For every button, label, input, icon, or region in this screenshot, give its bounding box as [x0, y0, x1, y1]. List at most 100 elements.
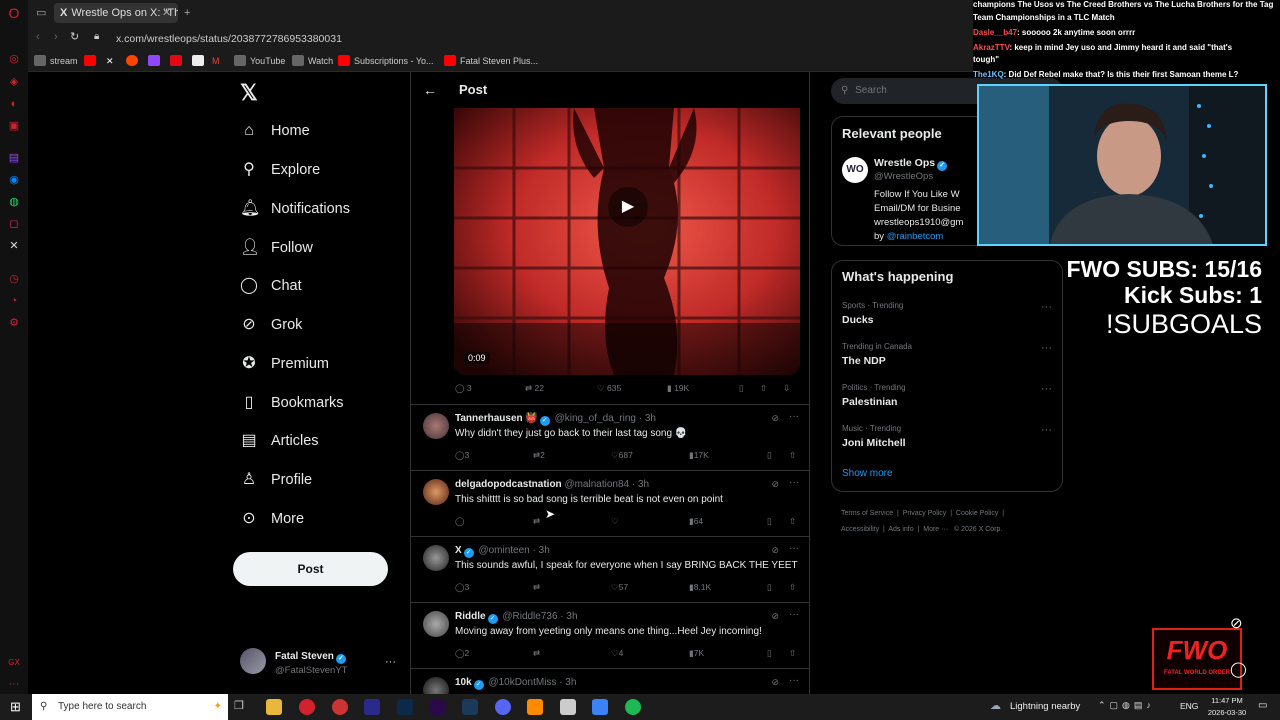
file-explorer-icon[interactable]: [266, 699, 282, 715]
views-action[interactable]: ▮ 19K: [667, 383, 689, 394]
forward-icon[interactable]: ›: [54, 31, 58, 43]
system-tray-icons[interactable]: ⌃▢◍▤♪: [1098, 700, 1155, 711]
url-field[interactable]: x.com/wrestleops/status/2038772786953380…: [116, 30, 516, 48]
opera-workspace-icon[interactable]: ◈: [7, 75, 21, 89]
back-icon[interactable]: ‹: [36, 31, 40, 43]
x-sidebar-icon[interactable]: ✕: [7, 239, 21, 253]
share-icon[interactable]: ⇧: [760, 383, 767, 394]
reload-icon[interactable]: ↻: [70, 30, 79, 43]
grok-icon[interactable]: ⊘: [771, 479, 779, 490]
trend-item[interactable]: Music · Trending Joni Mitchell: [842, 424, 906, 449]
footer-link[interactable]: Accessibility: [841, 526, 879, 533]
trend-item[interactable]: Sports · Trending Ducks: [842, 301, 903, 326]
nav-chat[interactable]: ◯ Chat: [240, 271, 302, 301]
like-action[interactable]: ♡ 635: [597, 383, 621, 394]
bookmark-youtube-icon[interactable]: [84, 53, 100, 69]
tab-active[interactable]: XWrestle Ops on X: "The Us: [54, 3, 178, 23]
nav-follow[interactable]: 👤︎ Follow: [240, 233, 313, 263]
grok-icon[interactable]: ⊘: [771, 413, 779, 424]
trend-more-icon[interactable]: ···: [1041, 383, 1052, 395]
opera-aria-icon[interactable]: ◎: [7, 52, 21, 66]
bookmark-icon[interactable]: ▯: [767, 582, 772, 593]
history-icon[interactable]: ◷: [7, 272, 21, 286]
more-options-icon[interactable]: ···: [789, 411, 799, 422]
video-player[interactable]: ▶ 0:09: [454, 108, 800, 375]
media-encoder-icon[interactable]: [364, 699, 380, 715]
footer-link[interactable]: Terms of Service: [841, 510, 893, 517]
reply-name[interactable]: 10k: [455, 677, 472, 688]
share-icon[interactable]: ⇧: [789, 648, 796, 659]
share-icon[interactable]: ⇧: [789, 582, 796, 593]
messages-float-icon[interactable]: ◯: [1230, 660, 1247, 678]
repost-action[interactable]: ⇄: [533, 582, 540, 593]
task-view-icon[interactable]: ❐: [234, 699, 244, 712]
bookmark-icon[interactable]: ▯: [739, 383, 744, 394]
downloads-icon[interactable]: ◔: [7, 294, 21, 308]
account-name[interactable]: Fatal Steven ✓: [275, 651, 348, 664]
bookmark-icon[interactable]: ▯: [767, 516, 772, 527]
like-action[interactable]: ♡: [611, 516, 619, 527]
more-options-icon[interactable]: ···: [789, 543, 799, 554]
obs-icon[interactable]: [332, 699, 348, 715]
app-icon[interactable]: [527, 699, 543, 715]
share-icon[interactable]: ⇧: [789, 450, 796, 461]
twitch-icon[interactable]: ▤: [7, 151, 21, 165]
grok-icon[interactable]: ⊘: [771, 677, 779, 688]
footer-link[interactable]: Privacy Policy: [903, 510, 947, 517]
reply-name[interactable]: Riddle: [455, 611, 486, 622]
more-options-icon[interactable]: ···: [789, 477, 799, 488]
nav-premium[interactable]: ✪ Premium: [240, 349, 329, 379]
reply-name[interactable]: Tannerhausen 👹: [455, 413, 538, 424]
vpn-icon[interactable]: GX: [7, 656, 21, 670]
nav-explore[interactable]: ⚲ Explore: [240, 155, 320, 185]
show-more-link[interactable]: Show more: [842, 468, 893, 479]
nav-more[interactable]: ⊙ More: [240, 504, 304, 534]
whatsapp-icon[interactable]: ◍: [7, 195, 21, 209]
bookmark-icon[interactable]: ▯: [767, 450, 772, 461]
bookmark-stream[interactable]: stream: [34, 53, 78, 69]
more-icon[interactable]: ···: [7, 677, 21, 691]
search-input[interactable]: Search: [855, 85, 887, 96]
trend-more-icon[interactable]: ···: [1041, 424, 1052, 436]
bookmark-x-icon[interactable]: ✕: [106, 53, 114, 69]
trend-more-icon[interactable]: ···: [1041, 301, 1052, 313]
settings-icon[interactable]: ⚙: [7, 316, 21, 330]
bookmark-netflix-icon[interactable]: [170, 53, 186, 69]
reply-name[interactable]: delgadopodcastnation: [455, 479, 562, 490]
weather-text[interactable]: Lightning nearby: [1010, 701, 1080, 712]
grok-icon[interactable]: ⊘: [771, 545, 779, 556]
trend-item[interactable]: Trending in Canada The NDP: [842, 342, 912, 367]
bookmark-fatal-steven[interactable]: Fatal Steven Plus...: [444, 53, 538, 69]
new-tab-icon[interactable]: +: [184, 3, 198, 23]
nav-bookmarks[interactable]: ▯ Bookmarks: [240, 388, 344, 418]
trend-more-icon[interactable]: ···: [1041, 342, 1052, 354]
close-tab-icon[interactable]: ✕: [162, 3, 174, 23]
bookmark-watch[interactable]: Watch: [292, 53, 333, 69]
reply-tweet[interactable]: delgadopodcastnation @malnation84 · 3h ⊘…: [411, 471, 809, 537]
bookmark-twitch-icon[interactable]: [148, 53, 164, 69]
steam-icon[interactable]: [462, 699, 478, 715]
footer-link[interactable]: More ···: [923, 526, 948, 533]
repost-action[interactable]: ⇄ 22: [525, 383, 544, 394]
views-action[interactable]: ▮ 64: [689, 516, 703, 527]
messenger-icon[interactable]: ◉: [7, 173, 21, 187]
bookmark-youtube[interactable]: YouTube: [234, 53, 285, 69]
app-icon[interactable]: [560, 699, 576, 715]
views-action[interactable]: ▮ 7K: [689, 648, 704, 659]
weather-icon[interactable]: ☁: [990, 699, 1001, 712]
discord-icon[interactable]: [495, 699, 511, 715]
footer-link[interactable]: Cookie Policy: [956, 510, 998, 517]
nav-grok[interactable]: ⊘ Grok: [240, 310, 302, 340]
tab-overview-icon[interactable]: ▭: [36, 3, 52, 23]
reply-tweet[interactable]: 10k ✓ @10kDontMiss · 3h ⊘ ···: [411, 669, 809, 694]
repost-action[interactable]: ⇄ 2: [533, 450, 545, 461]
avatar[interactable]: WO: [842, 157, 868, 183]
nav-articles[interactable]: ▤ Articles: [240, 426, 318, 456]
account-avatar[interactable]: [240, 648, 266, 674]
reply-action[interactable]: ◯ 3: [455, 582, 469, 593]
grok-float-icon[interactable]: ⊘: [1230, 614, 1243, 632]
like-action[interactable]: ♡ 4: [611, 648, 623, 659]
more-options-icon[interactable]: ···: [789, 609, 799, 620]
relevant-name[interactable]: Wrestle Ops ✓: [874, 157, 949, 171]
repost-action[interactable]: ⇄: [533, 648, 540, 659]
